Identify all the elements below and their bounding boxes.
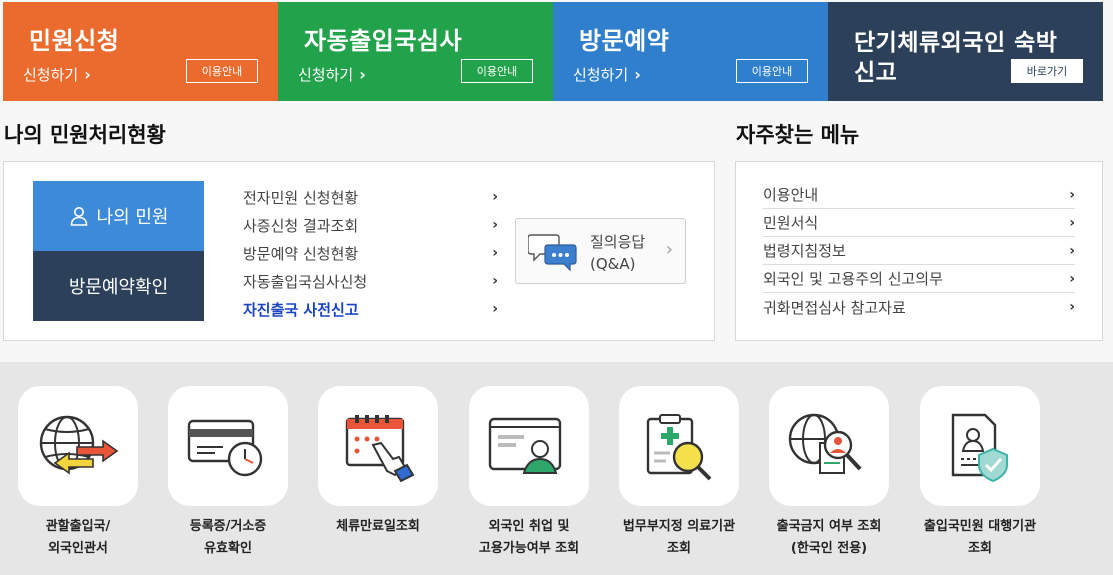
medical-search-icon: [646, 413, 712, 480]
worker-screen-icon: [488, 417, 562, 474]
shortcut-label: 외국인 취업 및 고용가능여부 조회: [478, 519, 580, 556]
shortcut-label: 법무부지정 의료기관 조회: [622, 519, 736, 556]
shortcut-medical-institution[interactable]: 법무부지정 의료기관 조회: [617, 386, 741, 560]
my-civil-label: 나의 민원: [96, 207, 169, 228]
list-item[interactable]: 외국인 및 고용주의 신고의무 ›: [763, 265, 1075, 293]
shortcut-icon-box: [920, 386, 1040, 506]
shortcut-label: 등록증/거소증 유효확인: [189, 519, 267, 556]
id-card-clock-icon: [187, 419, 263, 477]
link-label: 자진출국 사전신고: [243, 300, 359, 319]
user-icon: [70, 207, 87, 226]
list-item[interactable]: 전자민원 신청현황 ›: [243, 183, 498, 211]
list-item[interactable]: 귀화면접심사 참고자료 ›: [763, 293, 1075, 321]
calendar-hand-icon: [345, 414, 415, 482]
chevron-right-icon: ›: [1069, 214, 1075, 231]
usage-guide-button[interactable]: 이용안내: [461, 59, 533, 83]
link-label: 사증신청 결과조회: [243, 216, 359, 235]
tile-title: 민원신청: [29, 27, 120, 55]
tile-short-stay-lodging[interactable]: 단기체류외국인 숙박 신고 바로가기: [828, 2, 1103, 101]
chevron-right-icon: ›: [1069, 299, 1075, 315]
usage-guide-button[interactable]: 이용안내: [736, 59, 808, 83]
visit-confirm-label: 방문예약확인: [68, 277, 169, 298]
chevron-right-icon: ›: [359, 65, 366, 84]
document-shield-icon: [951, 413, 1008, 482]
shortcut-label: 관할출입국/ 외국인관서: [45, 519, 111, 556]
shortcut-employment-check[interactable]: 외국인 취업 및 고용가능여부 조회: [467, 386, 591, 560]
tile-auto-immigration[interactable]: 자동출입국심사 신청하기 › 이용안내: [278, 2, 553, 101]
shortcut-agency-lookup[interactable]: 출입국민원 대행기관 조회: [918, 386, 1042, 560]
service-tiles: 민원신청 신청하기 › 이용안내 자동출입국심사 신청하기 › 이용안내 방문예…: [3, 2, 1103, 101]
chevron-right-icon: ›: [1069, 242, 1075, 259]
chevron-right-icon: ›: [492, 301, 498, 317]
chevron-right-icon: ›: [84, 65, 91, 84]
tile-sub-label: 신청하기: [298, 66, 354, 84]
chevron-right-icon: ›: [1069, 270, 1075, 287]
link-label: 민원서식: [763, 214, 819, 232]
link-label: 방문예약 신청현황: [243, 244, 359, 263]
shortcut-stay-expiry[interactable]: 체류만료일조회: [316, 386, 440, 538]
globe-search-icon: [788, 413, 862, 474]
qa-button[interactable]: 질의응답 (Q&A) ›: [515, 218, 686, 284]
my-status-panel: 나의 민원 방문예약확인 전자민원 신청현황 › 사증신청 결과조회 › 방문예약 …: [3, 161, 715, 341]
my-status-links: 전자민원 신청현황 › 사증신청 결과조회 › 방문예약 신청현황 › 자동출입국심사…: [243, 183, 498, 323]
link-label: 법령지침정보: [763, 242, 846, 260]
list-item[interactable]: 방문예약 신청현황 ›: [243, 239, 498, 267]
list-item[interactable]: 사증신청 결과조회 ›: [243, 211, 498, 239]
chevron-right-icon: ›: [492, 217, 498, 233]
frequent-menu-heading: 자주찾는 메뉴: [736, 123, 860, 147]
shortcut-icon-box: [168, 386, 288, 506]
quick-shortcuts: 관할출입국/ 외국인관서 등록증/거소증 유효확인 체류만료일조회 외국인 취업…: [0, 362, 1113, 575]
shortcut-icon-box: [769, 386, 889, 506]
list-item[interactable]: 자동출입국심사신청 ›: [243, 267, 498, 295]
list-item[interactable]: 법령지침정보 ›: [763, 237, 1075, 265]
shortcut-departure-ban[interactable]: 출국금지 여부 조회 (한국인 전용): [767, 386, 891, 560]
link-label: 이용안내: [763, 186, 819, 204]
shortcut-icon-box: [619, 386, 739, 506]
list-item[interactable]: 자진출국 사전신고 ›: [243, 295, 498, 323]
chevron-right-icon: ›: [492, 245, 498, 261]
my-civil-button[interactable]: 나의 민원: [33, 181, 204, 251]
qa-label: 질의응답 (Q&A): [590, 233, 646, 273]
shortcut-icon-box: [18, 386, 138, 506]
link-label: 귀화면접심사 참고자료: [763, 298, 906, 317]
link-label: 전자민원 신청현황: [243, 188, 359, 207]
shortcut-label: 출국금지 여부 조회 (한국인 전용): [776, 519, 882, 556]
chevron-right-icon: ›: [492, 273, 498, 289]
shortcut-icon-box: [469, 386, 589, 506]
link-label: 자동출입국심사신청: [243, 272, 368, 291]
tile-sub-label: 신청하기: [23, 66, 79, 84]
chevron-right-icon: ›: [634, 65, 641, 84]
shortcut-label: 체류만료일조회: [336, 519, 420, 534]
chevron-right-icon: ›: [1069, 186, 1075, 203]
tile-title: 방문예약: [579, 27, 670, 55]
frequent-menu-panel: 이용안내 › 민원서식 › 법령지침정보 › 외국인 및 고용주의 신고의무 › 귀화면…: [735, 161, 1103, 341]
my-status-heading: 나의 민원처리현황: [4, 123, 166, 147]
shortcut-icon-box: [318, 386, 438, 506]
chevron-right-icon: ›: [492, 189, 498, 205]
tile-apply-link[interactable]: 신청하기 ›: [573, 64, 641, 85]
list-item[interactable]: 이용안내 ›: [763, 181, 1075, 209]
frequent-menu-links: 이용안내 › 민원서식 › 법령지침정보 › 외국인 및 고용주의 신고의무 › 귀화면…: [763, 181, 1075, 321]
list-item[interactable]: 민원서식 ›: [763, 209, 1075, 237]
shortcut-card-validity[interactable]: 등록증/거소증 유효확인: [166, 386, 290, 560]
tile-visit-reservation[interactable]: 방문예약 신청하기 › 이용안내: [553, 2, 828, 101]
shortcut-immigration-office[interactable]: 관할출입국/ 외국인관서: [16, 386, 140, 560]
tile-sub-label: 신청하기: [573, 66, 629, 84]
visit-confirm-button[interactable]: 방문예약확인: [33, 251, 204, 321]
chat-bubbles-icon: [528, 234, 577, 272]
tile-title: 자동출입국심사: [304, 27, 463, 55]
link-label: 외국인 및 고용주의 신고의무: [763, 270, 943, 288]
shortcut-label: 출입국민원 대행기관 조회: [923, 519, 1037, 556]
go-button[interactable]: 바로가기: [1011, 59, 1083, 83]
tile-apply-link[interactable]: 신청하기 ›: [298, 64, 366, 85]
chevron-right-icon: ›: [665, 239, 673, 260]
usage-guide-button[interactable]: 이용안내: [186, 59, 258, 83]
globe-arrows-icon: [39, 415, 119, 475]
tile-apply-link[interactable]: 신청하기 ›: [23, 64, 91, 85]
tile-civil-application[interactable]: 민원신청 신청하기 › 이용안내: [3, 2, 278, 101]
